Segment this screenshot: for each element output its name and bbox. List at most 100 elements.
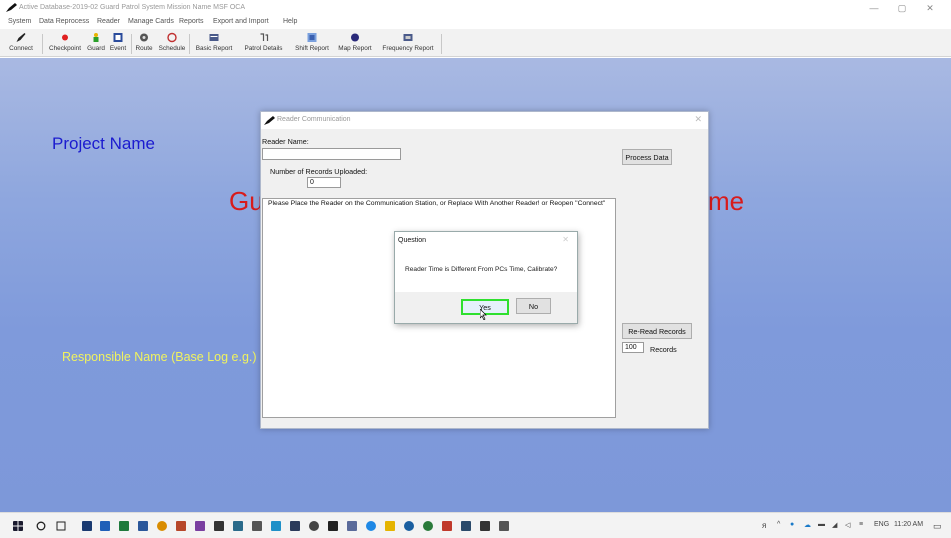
reread-records-button[interactable]: Re-Read Records <box>622 323 692 339</box>
toolbar-label: Frequency Report <box>382 45 434 52</box>
onedrive-icon[interactable]: ☁ <box>804 521 811 529</box>
records-uploaded-label: Number of Records Uploaded: <box>270 167 368 176</box>
dialog-close-button[interactable]: ✕ <box>694 114 702 125</box>
toolbar-checkpoint-button[interactable]: Checkpoint <box>44 30 86 57</box>
menu-data-reprocess[interactable]: Data Reprocess <box>39 18 89 25</box>
input-method-icon[interactable]: ≡ <box>859 521 863 528</box>
app-icon[interactable] <box>290 521 300 531</box>
app-icon[interactable] <box>214 521 224 531</box>
toolbar-route-button[interactable]: Route <box>133 30 155 57</box>
menu-system[interactable]: System <box>8 18 31 25</box>
toolbar-map-report-button[interactable]: Map Report <box>334 30 376 57</box>
toolbar-connect-button[interactable]: Connect <box>2 30 40 57</box>
notifications-icon[interactable]: ▭ <box>933 521 942 532</box>
reader-name-input[interactable] <box>262 148 401 160</box>
search-icon[interactable] <box>36 521 46 531</box>
menu-export-import[interactable]: Export and Import <box>213 18 269 25</box>
show-hidden-icons[interactable]: ^ <box>777 521 780 528</box>
powerpoint-icon[interactable] <box>176 521 186 531</box>
question-close-button[interactable]: ✕ <box>562 235 569 244</box>
mouse-cursor-icon <box>480 309 487 320</box>
toolbar-label: Guard <box>87 45 105 52</box>
windows-start-icon[interactable] <box>13 521 23 531</box>
records-uploaded-input[interactable] <box>307 177 341 188</box>
pen-icon <box>6 3 17 12</box>
pen-app-icon[interactable] <box>328 521 338 531</box>
dialog-title: Reader Communication <box>277 116 351 123</box>
pen-app-icon[interactable] <box>480 521 490 531</box>
edge-icon[interactable] <box>366 521 376 531</box>
app-icon[interactable] <box>309 521 319 531</box>
dialog-titlebar: Reader Communication ✕ <box>261 112 708 129</box>
onenote-icon[interactable] <box>195 521 205 531</box>
toolbar-label: Basic Report <box>195 45 233 52</box>
records-label: Records <box>650 345 677 354</box>
toolbar-separator <box>441 34 442 54</box>
toolbar-label: Connect <box>9 45 33 52</box>
app-icon[interactable] <box>252 521 262 531</box>
toolbar-basic-report-button[interactable]: Basic Report <box>191 30 237 57</box>
toolbar-label: Checkpoint <box>49 45 81 52</box>
task-view-icon[interactable] <box>56 521 66 531</box>
toolbar-label: Event <box>109 45 127 52</box>
people-icon[interactable]: ᴙ <box>762 521 766 530</box>
project-name: Project Name <box>52 134 155 153</box>
toolbar-label: Schedule <box>158 45 186 52</box>
toolbar-guard-button[interactable]: Guard <box>85 30 107 57</box>
maximize-button[interactable]: ▢ <box>890 1 914 15</box>
clock-icon <box>167 32 177 43</box>
big-title-left: Gu <box>229 186 264 216</box>
app-icon[interactable] <box>271 521 281 531</box>
excel-icon[interactable] <box>119 521 129 531</box>
question-button-bar: Yes No <box>395 292 577 323</box>
app-icon[interactable] <box>423 521 433 531</box>
toolbar-event-button[interactable]: Event <box>107 30 129 57</box>
tray-icon[interactable]: ● <box>790 521 794 528</box>
volume-icon[interactable]: ◁ <box>845 521 850 529</box>
clock[interactable]: 11:20 AM <box>894 521 923 528</box>
app-icon[interactable] <box>347 521 357 531</box>
outlook-icon[interactable] <box>100 521 110 531</box>
app-icon[interactable] <box>442 521 452 531</box>
question-dialog: Question ✕ Reader Time is Different From… <box>394 231 578 324</box>
menu-manage-cards[interactable]: Manage Cards <box>128 18 174 25</box>
toolbar-shift-report-button[interactable]: Shift Report <box>290 30 334 57</box>
app-icon[interactable] <box>461 521 471 531</box>
checkpoint-icon <box>62 34 68 41</box>
menu-reader[interactable]: Reader <box>97 18 120 25</box>
app-icon[interactable] <box>404 521 414 531</box>
language-indicator[interactable]: ENG <box>874 521 889 528</box>
chrome-icon[interactable] <box>157 521 167 531</box>
no-button[interactable]: No <box>516 298 551 314</box>
toolbar-patrol-details-button[interactable]: Patrol Details <box>238 30 289 57</box>
toolbar-separator <box>189 34 190 54</box>
word-icon[interactable] <box>138 521 148 531</box>
close-button[interactable]: ✕ <box>918 1 942 15</box>
app-icon[interactable] <box>499 521 509 531</box>
report-icon <box>209 34 219 41</box>
question-message: Reader Time is Different From PCs Time, … <box>405 266 558 273</box>
toolbar-separator <box>42 34 43 54</box>
menu-help[interactable]: Help <box>283 18 297 25</box>
file-explorer-icon[interactable] <box>82 521 92 531</box>
toolbar-label: Patrol Details <box>244 45 283 52</box>
minimize-button[interactable]: — <box>862 1 886 15</box>
pen-icon <box>264 116 275 125</box>
app-icon[interactable] <box>385 521 395 531</box>
patrol-details-icon <box>260 33 268 41</box>
window-titlebar: Active Database-2019-02 Guard Patrol Sys… <box>0 0 951 17</box>
pen-icon <box>16 33 26 42</box>
responsible-name: Responsible Name (Base Log e.g.) <box>62 350 257 364</box>
toolbar: Connect Checkpoint Guard Event Route Sch… <box>0 29 951 57</box>
globe-icon <box>351 33 359 42</box>
process-data-button[interactable]: Process Data <box>622 149 672 165</box>
records-count-input[interactable] <box>622 342 644 353</box>
network-icon[interactable]: ◢ <box>832 521 837 529</box>
skype-icon[interactable] <box>233 521 243 531</box>
big-title-right: me <box>708 186 745 216</box>
toolbar-frequency-report-button[interactable]: Frequency Report <box>377 30 439 57</box>
toolbar-schedule-button[interactable]: Schedule <box>157 30 187 57</box>
guard-icon <box>93 33 99 42</box>
battery-icon[interactable]: ▬ <box>818 521 825 528</box>
menu-reports[interactable]: Reports <box>179 18 204 25</box>
